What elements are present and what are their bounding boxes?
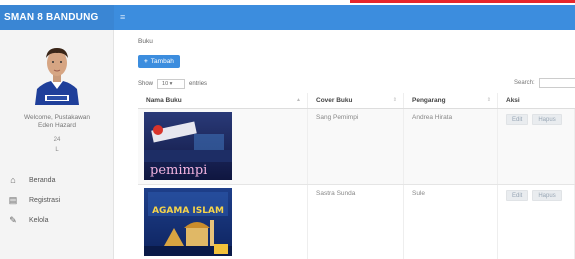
- cell-cover-image: pemimpi: [138, 109, 308, 184]
- cell-cover-buku: Sastra Sunda: [308, 185, 404, 259]
- sidebar-item-kelola[interactable]: ✎ Kelola: [8, 210, 108, 230]
- top-navbar: SMAN 8 BANDUNG ≡: [0, 5, 575, 30]
- cell-aksi: Edit Hapus: [498, 185, 575, 259]
- show-label: Show: [138, 81, 154, 87]
- search-input[interactable]: [538, 78, 575, 88]
- delete-button[interactable]: Hapus: [532, 190, 562, 201]
- entries-select[interactable]: 10 ▾: [157, 79, 186, 89]
- sidebar: Welcome, Pustakawan Eden Hazard 24 L ⌂ B…: [0, 30, 114, 259]
- book-cover-image: pemimpi: [144, 112, 232, 180]
- sidebar-item-label: Registrasi: [29, 196, 61, 204]
- cell-pengarang: Sule: [404, 185, 498, 259]
- cell-pengarang: Andrea Hirata: [404, 109, 498, 184]
- sort-asc-icon: ▲: [296, 97, 301, 103]
- entries-label: entries: [189, 81, 208, 87]
- table-row: AGAMA ISLAM Sastra Sunda Sule Edit Hapus: [138, 185, 575, 259]
- search-label: Search:: [514, 80, 535, 86]
- cell-aksi: Edit Hapus: [498, 109, 575, 184]
- book-cover-image: AGAMA ISLAM: [144, 188, 232, 256]
- table-row: pemimpi Sang Pemimpi Andrea Hirata Edit H…: [138, 109, 575, 185]
- edit-icon: ✎: [9, 215, 17, 225]
- add-book-button[interactable]: + Tambah: [138, 55, 180, 68]
- col-nama-buku[interactable]: Nama Buku ▲: [138, 93, 308, 108]
- welcome-text: Welcome, Pustakawan Eden Hazard: [0, 114, 114, 130]
- sidebar-item-label: Kelola: [29, 216, 49, 224]
- breadcrumb: Buku: [138, 38, 153, 45]
- sidebar-item-label: Beranda: [29, 176, 56, 184]
- plus-icon: +: [144, 58, 148, 65]
- menu-toggle-icon[interactable]: ≡: [120, 12, 125, 22]
- add-button-label: Tambah: [150, 58, 174, 65]
- edit-button[interactable]: Edit: [506, 114, 529, 125]
- books-table: Nama Buku ▲ Cover Buku ⇕ Pengarang ⇕ Aksi p…: [138, 93, 575, 259]
- col-cover-buku[interactable]: Cover Buku ⇕: [308, 93, 404, 108]
- register-icon: ▤: [8, 195, 18, 205]
- welcome-label: Welcome, Pustakawan: [24, 114, 90, 121]
- search-control: Search:: [514, 78, 575, 88]
- home-icon: ⌂: [10, 175, 16, 185]
- cover-title-text: pemimpi: [150, 163, 207, 178]
- sort-icon: ⇕: [486, 97, 491, 103]
- user-info-line-1: 24: [53, 137, 61, 143]
- user-info-line-2: L: [55, 147, 59, 153]
- accent-bar: [350, 0, 575, 3]
- edit-button[interactable]: Edit: [506, 190, 529, 201]
- main-content: Buku + Tambah Show 10 ▾ entries Search: N…: [114, 30, 575, 259]
- entries-value: 10: [162, 81, 169, 87]
- cover-title-text: AGAMA ISLAM: [152, 206, 224, 216]
- table-header: Nama Buku ▲ Cover Buku ⇕ Pengarang ⇕ Aksi: [138, 93, 575, 109]
- brand-logo[interactable]: SMAN 8 BANDUNG: [0, 5, 114, 30]
- delete-button[interactable]: Hapus: [532, 114, 562, 125]
- sidebar-item-registrasi[interactable]: ▤ Registrasi: [8, 190, 108, 210]
- cell-cover-buku: Sang Pemimpi: [308, 109, 404, 184]
- user-name: Eden Hazard: [38, 122, 76, 129]
- col-pengarang[interactable]: Pengarang ⇕: [404, 93, 498, 108]
- user-avatar: [33, 43, 81, 105]
- sidebar-item-beranda[interactable]: ⌂ Beranda: [8, 170, 108, 190]
- col-aksi: Aksi: [506, 97, 520, 104]
- show-entries-control: Show 10 ▾ entries: [138, 79, 207, 89]
- cell-cover-image: AGAMA ISLAM: [138, 185, 308, 259]
- sidebar-nav: ⌂ Beranda ▤ Registrasi ✎ Kelola: [8, 170, 108, 230]
- sort-icon: ⇕: [392, 97, 397, 103]
